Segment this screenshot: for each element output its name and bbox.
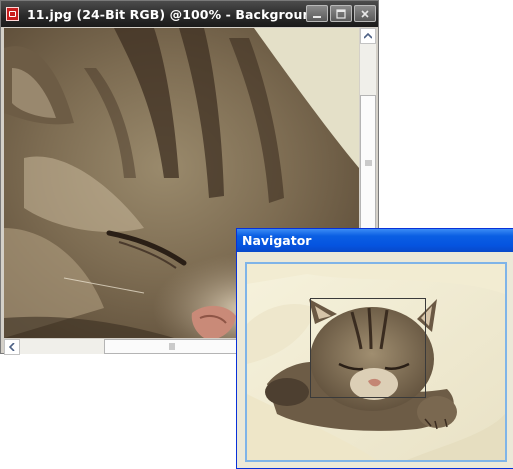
scroll-left-button[interactable] xyxy=(4,339,20,355)
document-title: 11.jpg (24-Bit RGB) @100% - Background xyxy=(27,6,321,22)
navigator-view-rectangle[interactable] xyxy=(310,298,426,398)
image-document-icon xyxy=(6,7,19,21)
arrow-up-icon xyxy=(364,33,372,39)
horizontal-scroll-thumb[interactable] xyxy=(104,339,239,354)
close-icon xyxy=(361,9,369,18)
navigator-title: Navigator xyxy=(242,233,312,248)
window-controls xyxy=(306,5,376,22)
navigator-preview[interactable] xyxy=(247,264,505,460)
maximize-button[interactable] xyxy=(330,5,352,22)
arrow-left-icon xyxy=(9,343,15,351)
minimize-button[interactable] xyxy=(306,5,328,22)
document-title-bar[interactable]: 11.jpg (24-Bit RGB) @100% - Background xyxy=(1,1,378,27)
close-button[interactable] xyxy=(354,5,376,22)
grip-icon xyxy=(169,343,174,350)
minimize-icon xyxy=(313,15,321,18)
grip-icon xyxy=(364,160,372,165)
navigator-preview-frame xyxy=(245,262,507,462)
maximize-icon xyxy=(336,8,346,19)
scroll-up-button[interactable] xyxy=(360,28,376,44)
navigator-panel: Navigator xyxy=(236,228,513,469)
vertical-scroll-thumb[interactable] xyxy=(360,95,376,230)
navigator-title-bar[interactable]: Navigator xyxy=(237,229,513,252)
